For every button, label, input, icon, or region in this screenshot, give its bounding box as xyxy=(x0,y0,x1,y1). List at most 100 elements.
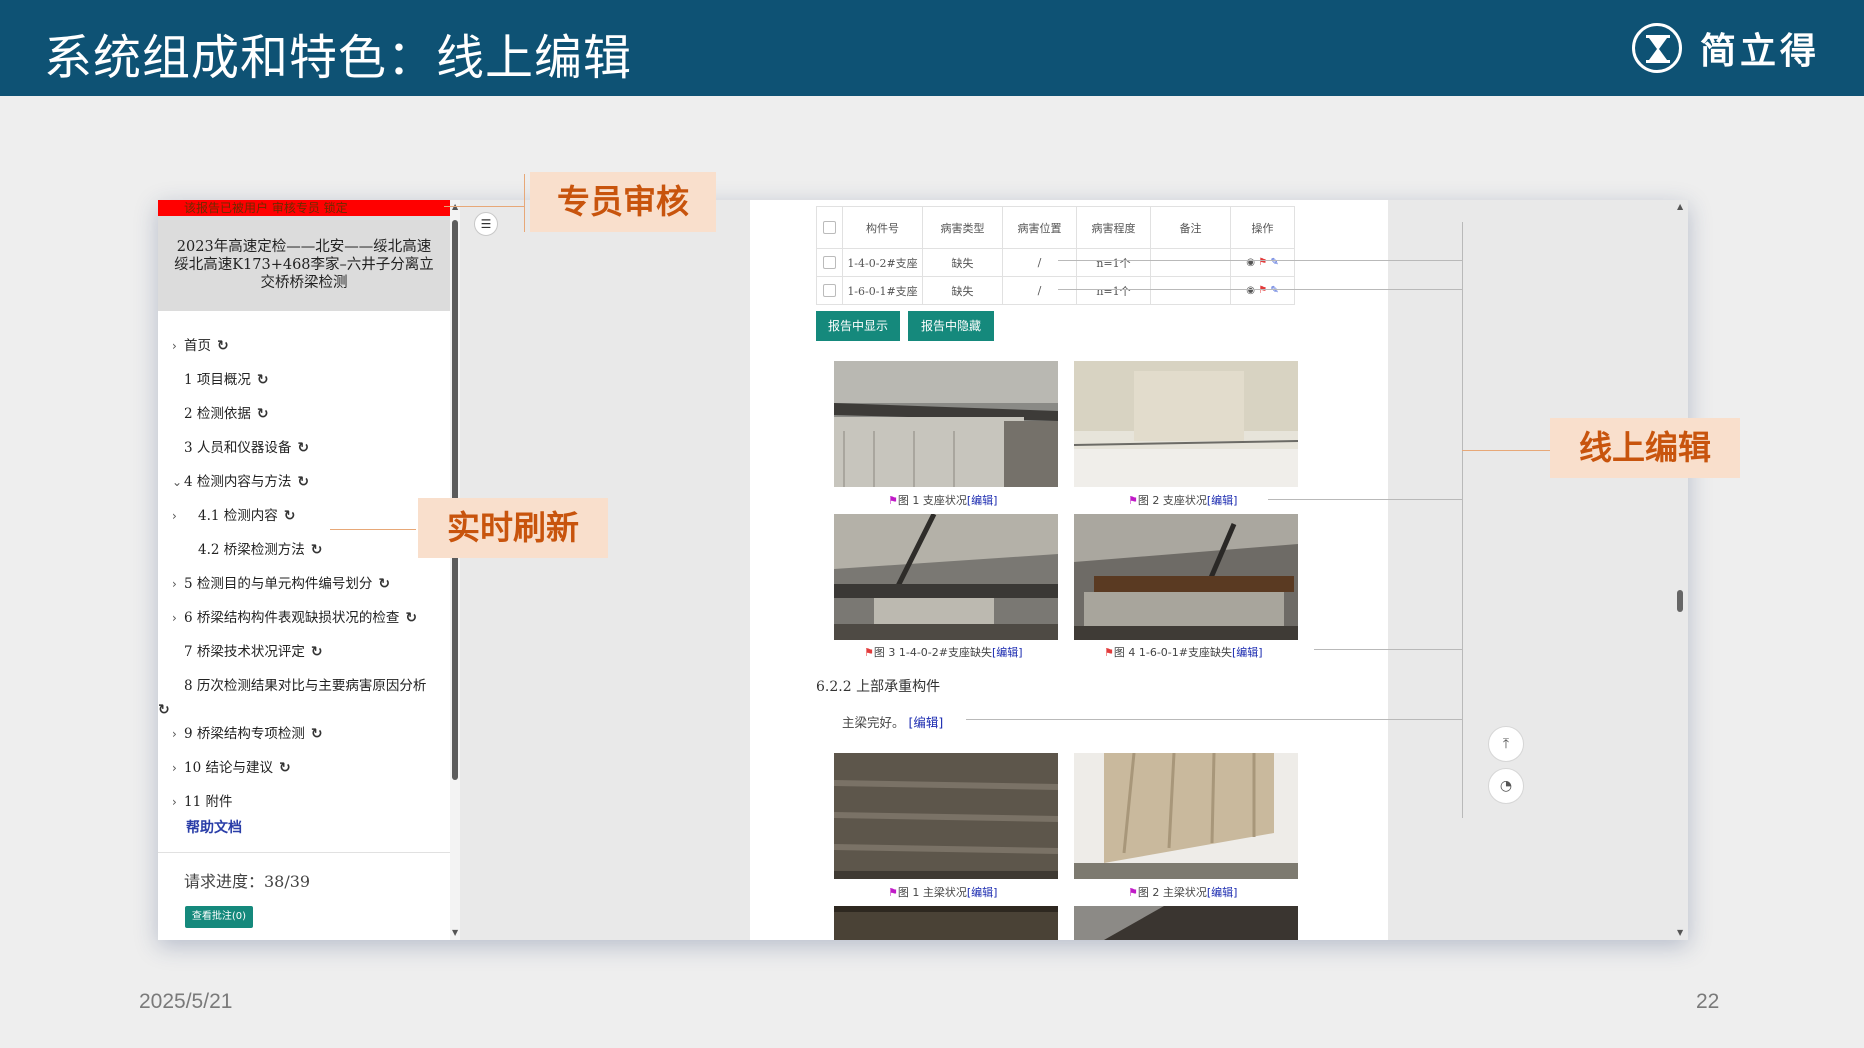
edit-link[interactable]: [编辑] xyxy=(967,494,998,507)
sidebar-item-home[interactable]: › 首页 ↻ xyxy=(172,336,229,356)
flag-icon[interactable]: ⚑ xyxy=(864,646,874,659)
select-all-checkbox[interactable] xyxy=(816,206,843,249)
photo-bearing-3[interactable] xyxy=(834,514,1058,640)
sidebar-item-4-2[interactable]: 4.2 桥梁检测方法 ↻ xyxy=(198,540,323,560)
column-header: 病害位置 xyxy=(1002,206,1077,249)
edit-icon[interactable]: ✎ xyxy=(1270,257,1278,268)
refresh-icon[interactable]: ↻ xyxy=(405,608,417,628)
edit-link[interactable]: [编辑] xyxy=(967,886,998,899)
row-checkbox[interactable] xyxy=(816,276,843,305)
project-title: 2023年高速定检——北安——绥北高速绥北高速K173+468李家–六井子分离立… xyxy=(158,216,450,311)
back-to-top-icon[interactable]: ⤒ xyxy=(1488,726,1524,762)
scroll-down-icon[interactable]: ▼ xyxy=(1677,928,1683,937)
refresh-icon[interactable]: ↻ xyxy=(297,472,309,492)
edit-link[interactable]: [编辑] xyxy=(992,646,1023,659)
connector-line xyxy=(524,174,525,232)
edit-link[interactable]: [编辑] xyxy=(909,715,944,730)
app-screenshot: 该报告已被用户 审核专员 锁定 2023年高速定检——北安——绥北高速绥北高速K… xyxy=(158,200,1688,940)
connector-line xyxy=(1462,222,1463,818)
slide-page-number: 22 xyxy=(1696,990,1720,1013)
connector-line xyxy=(1462,450,1550,451)
hide-in-report-button[interactable]: 报告中隐藏 xyxy=(908,311,994,341)
edit-link[interactable]: [编辑] xyxy=(1232,646,1263,659)
scroll-up-icon[interactable]: ▲ xyxy=(1677,202,1683,211)
refresh-icon[interactable]: ↻ xyxy=(311,724,323,744)
refresh-icon[interactable]: ↻ xyxy=(284,506,296,526)
photo-partial-1[interactable] xyxy=(834,906,1058,940)
divider xyxy=(158,852,450,853)
list-toggle-icon[interactable]: ☰ xyxy=(474,212,498,236)
cell-note xyxy=(1150,276,1231,305)
flag-icon[interactable]: ⚑ xyxy=(1128,886,1138,899)
sidebar-item-9[interactable]: › 9 桥梁结构专项检测 ↻ xyxy=(172,724,323,744)
sidebar-item-label: 8 历次检测结果对比与主要病害原因分析 xyxy=(184,678,427,694)
chevron-right-icon: › xyxy=(172,509,177,523)
sidebar-item-5[interactable]: › 5 检测目的与单元构件编号划分 ↻ xyxy=(172,574,390,594)
main-scroll-thumb[interactable] xyxy=(1677,590,1683,612)
flag-icon[interactable]: ⚑ xyxy=(1128,494,1138,507)
photo-girder-2[interactable] xyxy=(1074,753,1298,879)
flag-icon[interactable]: ⚑ xyxy=(1258,285,1267,296)
connector-line xyxy=(1058,260,1462,261)
photo-caption: ⚑图 4 1-6-0-1#支座缺失[编辑] xyxy=(1104,646,1263,659)
flag-icon[interactable]: ⚑ xyxy=(888,886,898,899)
sidebar-item-label: 2 检测依据 xyxy=(184,406,251,422)
view-notes-button[interactable]: 查看批注(0) xyxy=(185,906,253,928)
sidebar-item-4[interactable]: ⌄ 4 检测内容与方法 ↻ xyxy=(172,472,309,492)
show-in-report-button[interactable]: 报告中显示 xyxy=(816,311,900,341)
chevron-right-icon: › xyxy=(172,339,177,353)
photo-bearing-2[interactable] xyxy=(1074,361,1298,487)
sidebar-item-label: 7 桥梁技术状况评定 xyxy=(184,644,305,660)
brand: 简立得 xyxy=(1631,20,1820,76)
refresh-icon[interactable]: ↻ xyxy=(158,700,170,720)
sidebar-item-4-1[interactable]: › 4.1 检测内容 ↻ xyxy=(172,506,296,526)
refresh-icon[interactable]: ↻ xyxy=(279,758,291,778)
eye-icon[interactable]: ◉ xyxy=(1246,257,1255,268)
flag-icon[interactable]: ⚑ xyxy=(1258,257,1267,268)
refresh-icon[interactable]: ↻ xyxy=(297,438,309,458)
column-header: 构件号 xyxy=(842,206,923,249)
column-header: 病害类型 xyxy=(922,206,1003,249)
flag-icon[interactable]: ⚑ xyxy=(1104,646,1114,659)
slide-title: 系统组成和特色：线上编辑 xyxy=(44,30,633,86)
edit-link[interactable]: [编辑] xyxy=(1207,494,1238,507)
palette-icon[interactable]: ◔ xyxy=(1488,768,1524,804)
sidebar-item-2[interactable]: 2 检测依据 ↻ xyxy=(172,404,269,424)
connector-line xyxy=(444,206,524,207)
eye-icon[interactable]: ◉ xyxy=(1246,285,1255,296)
photo-bearing-4[interactable] xyxy=(1074,514,1298,640)
callout-edit: 线上编辑 xyxy=(1550,418,1740,478)
refresh-icon[interactable]: ↻ xyxy=(257,404,269,424)
photo-bearing-1[interactable] xyxy=(834,361,1058,487)
refresh-icon[interactable]: ↻ xyxy=(311,540,323,560)
photo-partial-2[interactable] xyxy=(1074,906,1298,940)
refresh-icon[interactable]: ↻ xyxy=(217,336,229,356)
report-page: 构件号 病害类型 病害位置 病害程度 备注 操作 1-4-0-2#支座 缺失 /… xyxy=(750,200,1388,940)
slide-date: 2025/5/21 xyxy=(139,990,233,1013)
photo-caption: ⚑图 3 1-4-0-2#支座缺失[编辑] xyxy=(864,646,1023,659)
edit-link[interactable]: [编辑] xyxy=(1207,886,1238,899)
sidebar-item-1[interactable]: 1 项目概况 ↻ xyxy=(172,370,269,390)
scroll-down-icon[interactable]: ▼ xyxy=(452,928,458,937)
sidebar-item-10[interactable]: › 10 结论与建议 ↻ xyxy=(172,758,291,778)
help-docs-link[interactable]: 帮助文档 xyxy=(186,817,242,837)
callout-review: 专员审核 xyxy=(530,172,716,232)
flag-icon[interactable]: ⚑ xyxy=(888,494,898,507)
title-bar: 系统组成和特色：线上编辑 简立得 xyxy=(0,0,1864,96)
refresh-icon[interactable]: ↻ xyxy=(311,642,323,662)
sidebar-item-11[interactable]: › 11 附件 xyxy=(172,792,232,812)
refresh-icon[interactable]: ↻ xyxy=(257,370,269,390)
cell-position: / xyxy=(1002,276,1077,305)
photo-girder-1[interactable] xyxy=(834,753,1058,879)
sidebar-item-8[interactable]: 8 历次检测结果对比与主要病害原因分析 xyxy=(172,676,426,696)
sidebar-item-6[interactable]: › 6 桥梁结构构件表观缺损状况的检查 ↻ xyxy=(172,608,417,628)
refresh-icon[interactable]: ↻ xyxy=(378,574,390,594)
sidebar-item-3[interactable]: 3 人员和仪器设备 ↻ xyxy=(172,438,309,458)
section-text: 主梁完好。 [编辑] xyxy=(842,715,944,730)
photo-caption: ⚑图 1 支座状况[编辑] xyxy=(888,494,998,507)
edit-icon[interactable]: ✎ xyxy=(1270,285,1278,296)
sidebar-item-7[interactable]: 7 桥梁技术状况评定 ↻ xyxy=(172,642,323,662)
row-checkbox[interactable] xyxy=(816,248,843,277)
sidebar-item-8-refresh[interactable]: ↻ xyxy=(158,700,170,720)
cell-type: 缺失 xyxy=(922,276,1003,305)
